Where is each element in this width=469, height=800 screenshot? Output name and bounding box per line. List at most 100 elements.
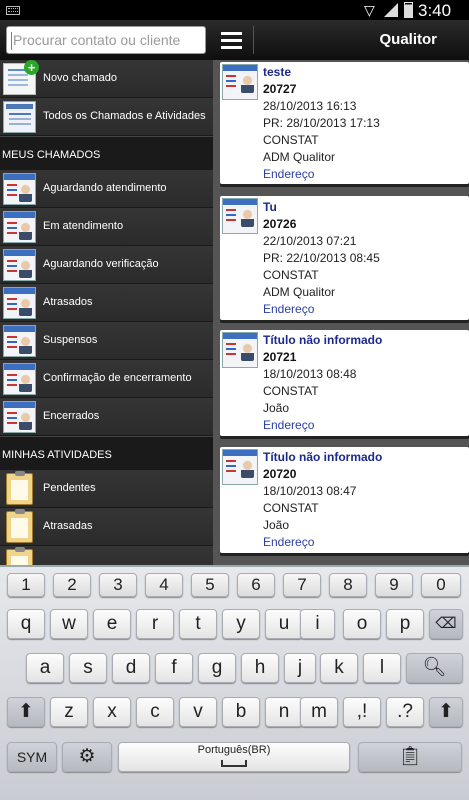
- wifi-icon: ▽: [364, 2, 375, 18]
- menu-item-new-ticket[interactable]: + Novo chamado: [0, 60, 213, 98]
- ticket-card[interactable]: Título não informado 20720 18/10/2013 08…: [220, 447, 469, 553]
- ticket-title: Título não informado: [263, 333, 383, 347]
- menu-item-awaiting-verification[interactable]: Aguardando verificação: [0, 246, 213, 284]
- ticket-person-icon: [222, 64, 258, 100]
- ticket-person-icon: [3, 287, 36, 319]
- key-p[interactable]: p: [386, 609, 424, 639]
- menu-item-closed[interactable]: Encerrados: [0, 398, 213, 436]
- key-b[interactable]: b: [222, 697, 260, 727]
- shift-key-right[interactable]: ⬆: [429, 697, 463, 727]
- key-n[interactable]: n: [265, 697, 303, 727]
- key-w[interactable]: w: [50, 609, 88, 639]
- key-comma-exclamation[interactable]: ,!: [343, 697, 381, 727]
- ticket-due: PR: 28/10/2013 17:13: [263, 116, 380, 130]
- clipboard-key[interactable]: 📋︎: [358, 742, 462, 772]
- search-box[interactable]: [6, 26, 206, 54]
- clipboard-icon: 📋︎: [397, 746, 423, 767]
- ticket-person-icon: [3, 401, 36, 433]
- ticket-company: João: [263, 401, 290, 415]
- key-c[interactable]: c: [136, 697, 174, 727]
- key-1[interactable]: 1: [7, 573, 45, 597]
- key-u[interactable]: u: [265, 609, 303, 639]
- ticket-opened: 22/10/2013 07:21: [263, 234, 357, 248]
- key-o[interactable]: o: [343, 609, 381, 639]
- key-7[interactable]: 7: [283, 573, 321, 597]
- key-4[interactable]: 4: [145, 573, 183, 597]
- address-link[interactable]: Endereço: [263, 302, 314, 316]
- key-j[interactable]: j: [284, 653, 316, 683]
- key-0[interactable]: 0: [421, 573, 461, 597]
- key-f[interactable]: f: [155, 653, 193, 683]
- ticket-card[interactable]: Tu 20726 22/10/2013 07:21 PR: 22/10/2013…: [220, 196, 469, 320]
- key-a[interactable]: a: [26, 653, 64, 683]
- key-t[interactable]: t: [179, 609, 217, 639]
- key-d[interactable]: d: [112, 653, 150, 683]
- keyboard-notification-icon: [6, 6, 20, 15]
- ticket-company: ADM Qualitor: [263, 150, 336, 164]
- new-ticket-icon: +: [3, 60, 39, 95]
- ticket-card[interactable]: Título não informado 20721 18/10/2013 08…: [220, 330, 469, 436]
- space-language-label: Português(BR): [197, 744, 271, 756]
- key-q[interactable]: q: [7, 609, 45, 639]
- menu-item-label: Novo chamado: [43, 72, 117, 84]
- ticket-card[interactable]: teste 20727 28/10/2013 16:13 PR: 28/10/2…: [220, 62, 469, 184]
- space-key[interactable]: Português(BR): [118, 742, 350, 772]
- key-9[interactable]: 9: [375, 573, 413, 597]
- key-z[interactable]: z: [50, 697, 88, 727]
- ticket-opened: 28/10/2013 16:13: [263, 99, 357, 113]
- key-k[interactable]: k: [320, 653, 358, 683]
- key-h[interactable]: h: [241, 653, 279, 683]
- key-i[interactable]: i: [300, 609, 335, 639]
- key-y[interactable]: y: [222, 609, 260, 639]
- ticket-person-icon: [3, 325, 36, 357]
- key-r[interactable]: r: [136, 609, 174, 639]
- key-e[interactable]: e: [93, 609, 131, 639]
- address-link[interactable]: Endereço: [263, 535, 314, 549]
- hamburger-icon: [221, 32, 242, 35]
- shift-icon: ⬆: [438, 701, 454, 722]
- menu-item-late-activities[interactable]: Atrasadas: [0, 508, 213, 546]
- backspace-key[interactable]: ⌫: [429, 609, 463, 639]
- ticket-person-icon: [222, 332, 258, 368]
- clipboard-icon: [6, 471, 33, 505]
- menu-item-in-service[interactable]: Em atendimento: [0, 208, 213, 246]
- key-8[interactable]: 8: [329, 573, 367, 597]
- menu-item-awaiting-service[interactable]: Aguardando atendimento: [0, 170, 213, 208]
- key-period-question[interactable]: .?: [386, 697, 424, 727]
- key-v[interactable]: v: [179, 697, 217, 727]
- ticket-title: teste: [263, 65, 292, 79]
- menu-item-suspended[interactable]: Suspensos: [0, 322, 213, 360]
- battery-icon: [404, 2, 413, 18]
- menu-item-pending[interactable]: Pendentes: [0, 470, 213, 508]
- search-key[interactable]: 🔍︎: [406, 653, 463, 683]
- sym-key[interactable]: SYM: [7, 742, 57, 772]
- ticket-person-icon: [3, 249, 36, 281]
- key-m[interactable]: m: [300, 697, 338, 727]
- settings-key[interactable]: ⚙: [62, 742, 112, 772]
- menu-item-all-tickets[interactable]: Todos os Chamados e Atividades: [0, 98, 213, 136]
- key-s[interactable]: s: [69, 653, 107, 683]
- key-5[interactable]: 5: [191, 573, 229, 597]
- menu-item-late[interactable]: Atrasados: [0, 284, 213, 322]
- menu-item-closing-confirmation[interactable]: Confirmação de encerramento: [0, 360, 213, 398]
- ticket-opened: 18/10/2013 08:47: [263, 484, 357, 498]
- key-3[interactable]: 3: [99, 573, 137, 597]
- section-header-my-tickets: MEUS CHAMADOS: [0, 136, 213, 170]
- key-l[interactable]: l: [363, 653, 401, 683]
- menu-item-label: Aguardando atendimento: [43, 182, 167, 194]
- menu-button[interactable]: [212, 24, 254, 56]
- key-g[interactable]: g: [198, 653, 236, 683]
- status-bar: ▽ 3:40 PM: [0, 0, 469, 40]
- address-link[interactable]: Endereço: [263, 418, 314, 432]
- ticket-person-icon: [222, 449, 258, 485]
- menu-item-partial[interactable]: [0, 546, 213, 565]
- section-header-my-activities: MINHAS ATIVIDADES: [0, 436, 213, 470]
- key-x[interactable]: x: [93, 697, 131, 727]
- search-input[interactable]: [7, 27, 205, 53]
- navigation-menu: + Novo chamado Todos os Chamados e Ativi…: [0, 60, 213, 565]
- ticket-client: CONSTAT: [263, 384, 319, 398]
- shift-key[interactable]: ⬆: [7, 697, 45, 727]
- address-link[interactable]: Endereço: [263, 167, 314, 181]
- key-6[interactable]: 6: [237, 573, 275, 597]
- key-2[interactable]: 2: [53, 573, 91, 597]
